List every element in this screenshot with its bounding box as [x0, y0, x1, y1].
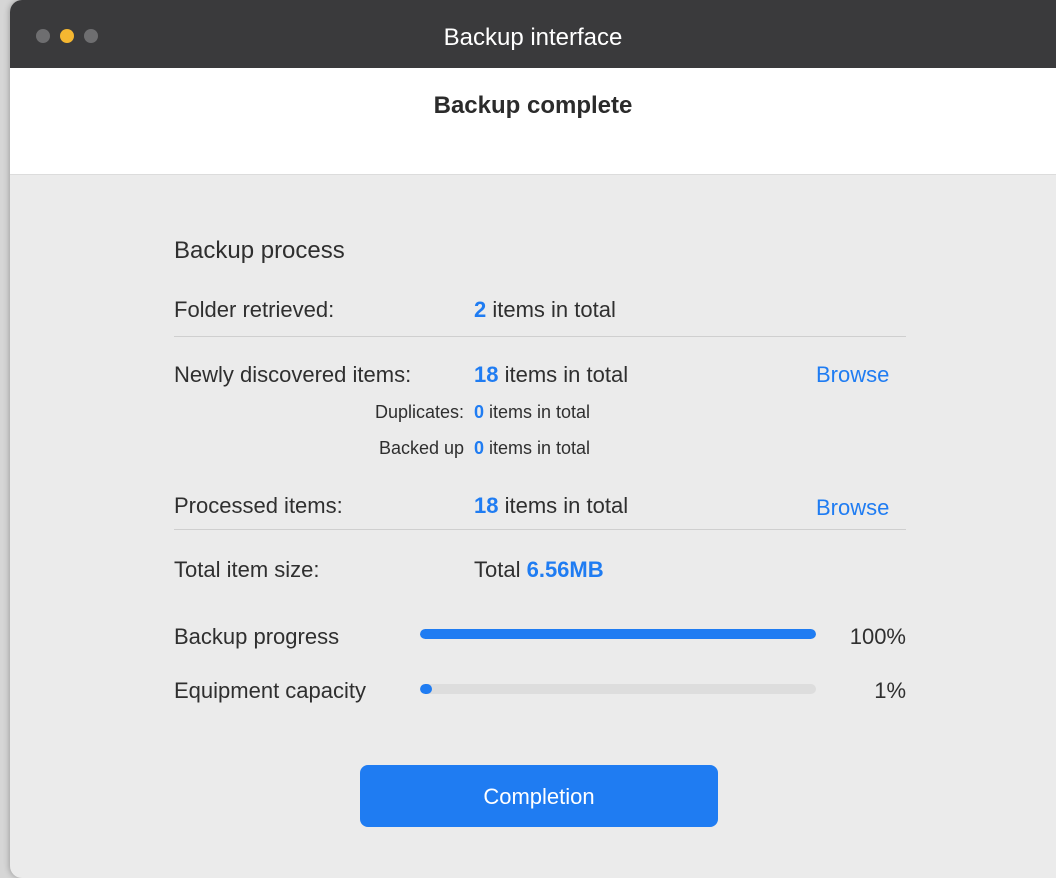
backed-up-count: 0	[474, 438, 485, 458]
folder-retrieved-label: Folder retrieved:	[174, 297, 335, 322]
backup-window: Backup interface Backup complete Backup …	[10, 0, 1056, 878]
newly-discovered-count: 18	[474, 362, 499, 387]
equipment-capacity-bar	[420, 684, 816, 694]
equipment-capacity-fill	[420, 684, 432, 694]
backup-summary-panel: Backup process Folder retrieved: 2 items…	[10, 175, 1056, 878]
newly-discovered-label: Newly discovered items:	[174, 362, 412, 387]
page-header: Backup complete	[10, 68, 1056, 175]
processed-items-value: 18 items in total	[474, 493, 628, 519]
divider	[174, 529, 906, 530]
backed-up-suffix: items in total	[484, 438, 591, 458]
duplicates-count: 0	[474, 402, 485, 422]
backup-progress-percent: 100%	[849, 624, 906, 649]
newly-discovered-suffix: items in total	[498, 362, 629, 387]
processed-items-count: 18	[474, 493, 499, 518]
duplicates-label: Duplicates:	[374, 402, 464, 422]
duplicates-suffix: items in total	[484, 402, 591, 422]
backup-progress-fill	[420, 629, 816, 639]
folder-retrieved-suffix: items in total	[486, 297, 616, 322]
processed-items-label: Processed items:	[174, 493, 343, 518]
total-size-value: Total 6.56MB	[474, 557, 604, 583]
total-size-prefix: Total	[474, 557, 527, 582]
backup-progress-label: Backup progress	[174, 624, 340, 649]
completion-button[interactable]: Completion	[360, 765, 718, 827]
total-size-label: Total item size:	[174, 557, 320, 582]
processed-items-suffix: items in total	[498, 493, 629, 518]
browse-processed-items-link[interactable]: Browse	[816, 495, 889, 521]
newly-discovered-value: 18 items in total	[474, 362, 628, 388]
window-title: Backup interface	[443, 24, 623, 51]
folder-retrieved-count: 2	[474, 297, 487, 322]
backup-progress-bar	[420, 629, 816, 639]
backed-up-value: 0 items in total	[474, 438, 590, 459]
folder-retrieved-value: 2 items in total	[474, 297, 616, 323]
section-title: Backup process	[174, 237, 345, 264]
equipment-capacity-percent: 1%	[874, 678, 906, 703]
divider	[174, 336, 906, 337]
equipment-capacity-label: Equipment capacity	[174, 678, 366, 703]
title-bar: Backup interface	[10, 0, 1056, 68]
total-size-amount: 6.56MB	[526, 557, 604, 582]
duplicates-value: 0 items in total	[474, 402, 590, 423]
page-title: Backup complete	[433, 92, 633, 119]
browse-new-items-link[interactable]: Browse	[816, 362, 889, 388]
backed-up-label: Backed up	[378, 438, 464, 458]
